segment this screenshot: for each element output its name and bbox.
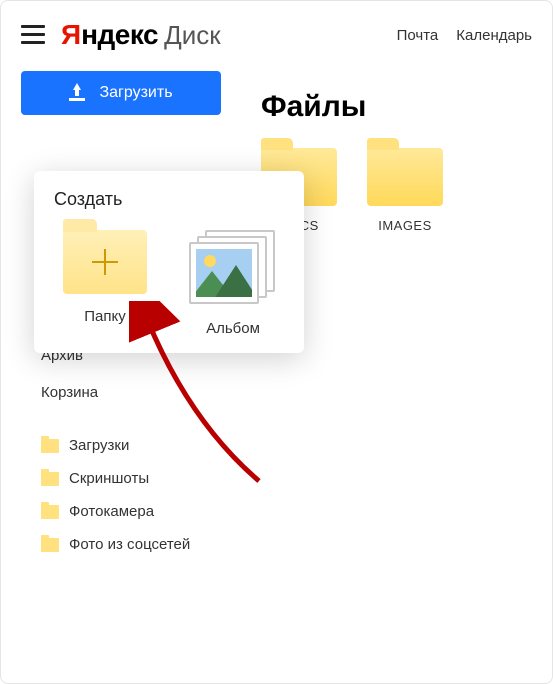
folder-label: Скриншоты	[69, 470, 149, 487]
page-title: Файлы	[261, 90, 443, 124]
popover-title: Создать	[46, 189, 292, 210]
logo-service: Диск	[164, 20, 221, 51]
create-album-option[interactable]: Альбом	[174, 230, 292, 337]
nav-trash[interactable]: Корзина	[21, 374, 231, 411]
folder-icon	[41, 472, 59, 486]
create-folder-label: Папку	[84, 308, 125, 325]
folder-label: Фото из соцсетей	[69, 536, 190, 553]
logo-text: ндекс	[81, 19, 158, 51]
folder-icon	[41, 505, 59, 519]
upload-icon	[69, 85, 85, 101]
new-folder-icon	[63, 230, 147, 294]
sidebar-folder-social[interactable]: Фото из соцсетей	[21, 528, 231, 561]
sidebar-folder-downloads[interactable]: Загрузки	[21, 429, 231, 462]
link-calendar[interactable]: Календарь	[456, 27, 532, 44]
sidebar-folder-list: Загрузки Скриншоты Фотокамера Фото из со…	[21, 429, 231, 561]
folder-images[interactable]: IMAGES	[367, 148, 443, 233]
create-album-label: Альбом	[206, 320, 260, 337]
folder-icon	[41, 439, 59, 453]
album-icon	[189, 230, 277, 306]
upload-button[interactable]: Загрузить	[21, 71, 221, 115]
plus-icon	[92, 249, 118, 275]
create-folder-option[interactable]: Папку	[46, 230, 164, 337]
folder-label: Фотокамера	[69, 503, 154, 520]
header: Я ндекс Диск Почта Календарь	[1, 19, 552, 71]
folder-label: Загрузки	[69, 437, 129, 454]
logo-letter: Я	[61, 19, 81, 51]
folder-icon	[41, 538, 59, 552]
sidebar-folder-screenshots[interactable]: Скриншоты	[21, 462, 231, 495]
folder-label: IMAGES	[378, 218, 432, 233]
sidebar-folder-camera[interactable]: Фотокамера	[21, 495, 231, 528]
link-mail[interactable]: Почта	[397, 27, 439, 44]
upload-label: Загрузить	[99, 84, 172, 102]
folder-icon	[367, 148, 443, 206]
hamburger-menu-icon[interactable]	[21, 25, 45, 45]
header-links: Почта Календарь	[397, 27, 532, 44]
create-popover: Создать Папку Альбом	[34, 171, 304, 353]
